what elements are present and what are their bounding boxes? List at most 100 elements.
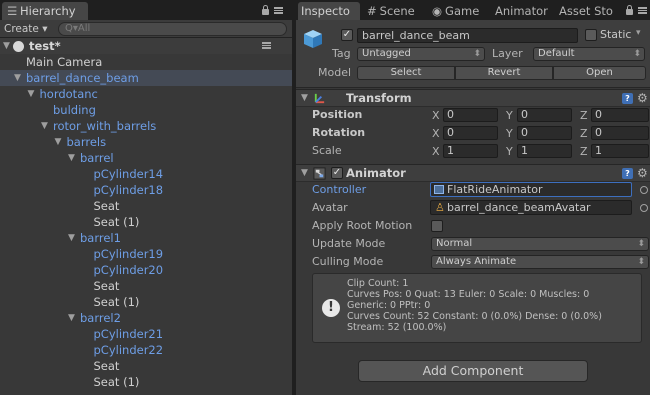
hierarchy-row[interactable]: pCylinder21 xyxy=(0,326,292,342)
transform-fold-arrow[interactable]: ▼ xyxy=(301,90,308,107)
hierarchy-row[interactable]: ▼ rotor_with_barrels xyxy=(0,118,292,134)
hierarchy-row[interactable]: ▼ barrel1 xyxy=(0,230,292,246)
object-name-field[interactable]: barrel_dance_beam xyxy=(357,28,578,43)
layer-label: Layer xyxy=(492,47,523,60)
apply-root-motion-checkbox[interactable] xyxy=(431,220,443,232)
hierarchy-row[interactable]: Seat (1) xyxy=(0,214,292,230)
controller-value: FlatRideAnimator xyxy=(447,183,543,196)
tab-label: Game xyxy=(445,4,480,18)
scene-menu-icon[interactable] xyxy=(262,42,271,49)
help-icon[interactable]: ? xyxy=(622,168,633,179)
tab-scene[interactable]: # Scene xyxy=(364,2,426,20)
fold-arrow-icon[interactable]: ▼ xyxy=(68,310,75,326)
tab-animator[interactable]: Animator xyxy=(492,2,554,20)
fold-arrow-icon[interactable]: ▼ xyxy=(28,86,35,102)
active-checkbox[interactable]: ✓ xyxy=(341,29,353,41)
model-label: Model xyxy=(318,66,352,79)
controller-field[interactable]: FlatRideAnimator xyxy=(430,182,632,197)
model-revert-button[interactable]: Revert xyxy=(455,66,553,80)
inspector-panel: Inspecto # Scene ◉ Game Animator Asset Sto ✓ b… xyxy=(296,0,650,395)
gear-icon[interactable]: ⚙ xyxy=(637,91,648,105)
fold-arrow-icon[interactable]: ▼ xyxy=(14,70,21,86)
hierarchy-row[interactable]: pCylinder18 xyxy=(0,182,292,198)
hierarchy-row-label: barrels xyxy=(66,135,107,149)
scene-row[interactable]: ▼ test* xyxy=(0,38,292,54)
hierarchy-row-label: barrel1 xyxy=(80,231,121,245)
transform-z-field[interactable]: 1 xyxy=(591,144,649,158)
hierarchy-row[interactable]: Seat xyxy=(0,278,292,294)
scene-fold-arrow[interactable]: ▼ xyxy=(3,38,10,54)
transform-x-field[interactable]: 0 xyxy=(443,126,498,140)
hierarchy-row-label: bulding xyxy=(53,103,96,117)
culling-mode-dropdown[interactable]: Always Animate xyxy=(431,255,649,269)
hierarchy-row[interactable]: Seat xyxy=(0,358,292,374)
hierarchy-panel: ☰ Hierarchy Create ▾ Q▾All ▼ test* Main … xyxy=(0,0,292,395)
panel-menu-icon[interactable] xyxy=(638,6,647,14)
transform-z-field[interactable]: 0 xyxy=(591,126,649,140)
hierarchy-row-label: barrel_dance_beam xyxy=(26,71,139,85)
transform-x-field[interactable]: 0 xyxy=(443,108,498,122)
hierarchy-row[interactable]: ▼ barrel_dance_beam xyxy=(0,70,292,86)
hierarchy-row[interactable]: ▼ hordotanc xyxy=(0,86,292,102)
layer-dropdown[interactable]: Default xyxy=(533,47,645,61)
animator-enabled-checkbox[interactable]: ✓ xyxy=(331,167,343,179)
static-checkbox[interactable] xyxy=(585,29,597,41)
animator-icon xyxy=(313,167,326,180)
model-select-button[interactable]: Select xyxy=(357,66,455,80)
tag-dropdown[interactable]: Untagged xyxy=(357,47,485,61)
hierarchy-row[interactable]: pCylinder22 xyxy=(0,342,292,358)
transform-y-field[interactable]: 0 xyxy=(517,108,572,122)
tag-label: Tag xyxy=(332,47,351,60)
static-dropdown-icon[interactable]: ▾ xyxy=(636,28,641,38)
tab-label: Inspecto xyxy=(301,4,350,18)
transform-header[interactable]: ▼ Transform ? ⚙ xyxy=(296,89,650,107)
create-button[interactable]: Create ▾ xyxy=(4,22,48,36)
help-icon[interactable]: ? xyxy=(622,93,633,104)
fold-arrow-icon[interactable]: ▼ xyxy=(55,134,62,150)
transform-y-field[interactable]: 1 xyxy=(517,144,572,158)
animator-header[interactable]: ▼ ✓ Animator ? ⚙ xyxy=(296,164,650,182)
model-open-button[interactable]: Open xyxy=(553,66,646,80)
hierarchy-row[interactable]: bulding xyxy=(0,102,292,118)
lock-icon[interactable] xyxy=(626,5,633,15)
hierarchy-row[interactable]: Seat (1) xyxy=(0,294,292,310)
hierarchy-row[interactable]: pCylinder20 xyxy=(0,262,292,278)
hierarchy-row[interactable]: Main Camera xyxy=(0,54,292,70)
hierarchy-row[interactable]: ▼ barrel xyxy=(0,150,292,166)
axis-label: Y xyxy=(506,145,513,158)
transform-y-field[interactable]: 0 xyxy=(517,126,572,140)
fold-arrow-icon[interactable]: ▼ xyxy=(68,150,75,166)
avatar-field[interactable]: ♙ barrel_dance_beamAvatar xyxy=(430,200,632,215)
avatar-picker-icon[interactable] xyxy=(640,204,648,212)
panel-menu-icon[interactable] xyxy=(274,6,283,14)
hierarchy-row[interactable]: Seat xyxy=(0,198,292,214)
hierarchy-row[interactable]: ▼ barrels xyxy=(0,134,292,150)
fold-arrow-icon[interactable]: ▼ xyxy=(41,118,48,134)
hierarchy-row[interactable]: pCylinder14 xyxy=(0,166,292,182)
transform-x-field[interactable]: 1 xyxy=(443,144,498,158)
add-component-button[interactable]: Add Component xyxy=(358,360,588,382)
animator-fold-arrow[interactable]: ▼ xyxy=(301,165,308,182)
fold-arrow-icon[interactable]: ▼ xyxy=(68,230,75,246)
inspector-tab-bar: Inspecto # Scene ◉ Game Animator Asset Sto xyxy=(296,0,650,20)
tab-inspecto[interactable]: Inspecto xyxy=(298,2,360,20)
search-input[interactable]: Q▾All xyxy=(58,22,287,36)
axis-label: X xyxy=(432,127,440,140)
gear-icon[interactable]: ⚙ xyxy=(637,166,648,180)
axis-label: Z xyxy=(580,145,588,158)
transform-z-field[interactable]: 0 xyxy=(591,108,649,122)
hierarchy-row[interactable]: pCylinder19 xyxy=(0,246,292,262)
controller-label: Controller xyxy=(312,183,367,196)
hierarchy-row-label: pCylinder21 xyxy=(93,327,164,341)
info-line: Curves Pos: 0 Quat: 13 Euler: 0 Scale: 0… xyxy=(347,289,590,300)
hierarchy-row[interactable]: ▼ barrel2 xyxy=(0,310,292,326)
avatar-figure-icon: ♙ xyxy=(435,201,445,214)
controller-picker-icon[interactable] xyxy=(640,186,648,194)
hierarchy-row[interactable]: Seat (1) xyxy=(0,374,292,390)
tab-game[interactable]: ◉ Game xyxy=(429,2,489,20)
update-mode-dropdown[interactable]: Normal xyxy=(431,237,649,251)
tab-asset-sto[interactable]: Asset Sto xyxy=(556,2,616,20)
animator-controller-icon xyxy=(434,185,444,194)
tab-hierarchy[interactable]: ☰ Hierarchy xyxy=(2,2,88,20)
lock-icon[interactable] xyxy=(262,5,269,15)
